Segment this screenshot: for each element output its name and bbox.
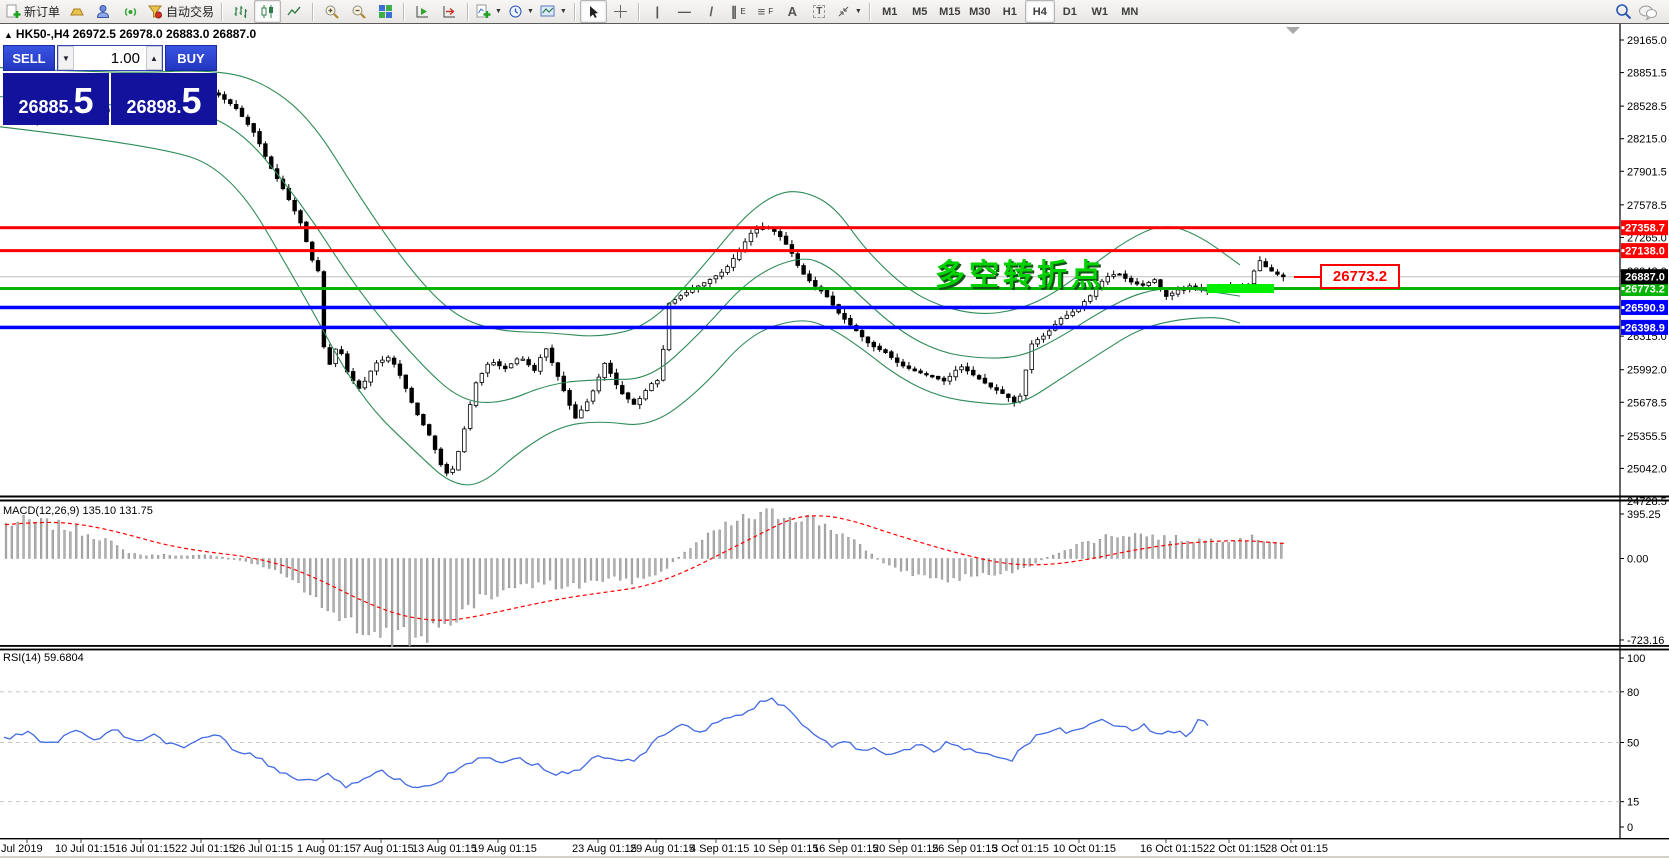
svg-text:10 Oct 01:15: 10 Oct 01:15 [1053, 843, 1116, 855]
svg-text:25992.0: 25992.0 [1627, 365, 1667, 377]
svg-text:27138.0: 27138.0 [1625, 246, 1665, 258]
sell-button[interactable]: SELL [3, 45, 55, 71]
svg-text:4 Sep 01:15: 4 Sep 01:15 [690, 843, 749, 855]
svg-text:3 Oct 01:15: 3 Oct 01:15 [992, 843, 1049, 855]
rsi-pane[interactable] [0, 691, 1620, 803]
chart-canvas[interactable]: 29165.0 28851.5 28528.5 28215.0 27901.5 27578… [0, 0, 1669, 858]
main-price-pane[interactable] [0, 27, 1620, 486]
chart-text-annotation[interactable]: 多空转折点 [935, 250, 1105, 294]
collapse-panel-icon[interactable]: ▲ [4, 30, 13, 40]
svg-text:19 Aug 01:15: 19 Aug 01:15 [472, 843, 537, 855]
ask-price-pips: 5 [181, 80, 202, 121]
svg-text:1 Aug 01:15: 1 Aug 01:15 [297, 843, 356, 855]
svg-text:26 Jul 01:15: 26 Jul 01:15 [233, 843, 293, 855]
svg-text:26 Sep 01:15: 26 Sep 01:15 [932, 843, 997, 855]
volume-stepper: ▼ ▲ [57, 45, 163, 71]
svg-text:26773.2: 26773.2 [1625, 284, 1665, 296]
svg-text:10 Jul 01:15: 10 Jul 01:15 [55, 843, 115, 855]
svg-text:15: 15 [1627, 797, 1639, 809]
svg-text:100: 100 [1627, 653, 1645, 665]
macd-pane[interactable] [4, 508, 1286, 648]
volume-decrease-button[interactable]: ▼ [58, 46, 74, 70]
svg-text:16 Oct 01:15: 16 Oct 01:15 [1140, 843, 1203, 855]
chart-title: ▲ HK50-,H4 26972.5 26978.0 26883.0 26887.… [4, 27, 256, 41]
svg-text:28 Oct 01:15: 28 Oct 01:15 [1265, 843, 1328, 855]
svg-text:-723.16: -723.16 [1627, 635, 1664, 647]
price-label-box[interactable]: 26773.2 [1320, 264, 1400, 289]
bid-price-display: 26885. 5 [3, 73, 109, 125]
price-axis[interactable]: 29165.0 28851.5 28528.5 28215.0 27901.5 27578… [1620, 35, 1667, 834]
svg-text:25355.5: 25355.5 [1627, 431, 1667, 443]
svg-text:29 Aug 01:15: 29 Aug 01:15 [630, 843, 695, 855]
highlight-segment [1207, 284, 1274, 294]
time-axis[interactable]: Jul 2019 10 Jul 01:15 16 Jul 01:15 22 Jul 0… [1, 839, 1328, 855]
svg-text:27578.5: 27578.5 [1627, 200, 1667, 212]
svg-text:0: 0 [1627, 822, 1633, 834]
chart-shift-marker[interactable] [1286, 27, 1300, 34]
svg-text:22 Oct 01:15: 22 Oct 01:15 [1203, 843, 1266, 855]
chart-title-text: HK50-,H4 26972.5 26978.0 26883.0 26887.0 [15, 27, 257, 41]
svg-text:10 Sep 01:15: 10 Sep 01:15 [753, 843, 818, 855]
svg-text:Jul 2019: Jul 2019 [1, 843, 43, 855]
svg-text:25042.0: 25042.0 [1627, 463, 1667, 475]
svg-text:26590.9: 26590.9 [1625, 302, 1665, 314]
one-click-trading-panel: SELL ▼ ▲ BUY 26885.5 26898.5 [3, 45, 217, 125]
svg-text:28851.5: 28851.5 [1627, 68, 1667, 80]
rsi-indicator-label: RSI(14) 59.6804 [3, 652, 84, 664]
svg-text:13 Aug 01:15: 13 Aug 01:15 [412, 843, 477, 855]
svg-text:22 Jul 01:15: 22 Jul 01:15 [175, 843, 235, 855]
svg-text:26398.9: 26398.9 [1625, 322, 1665, 334]
svg-text:26887.0: 26887.0 [1625, 272, 1665, 284]
svg-text:27358.7: 27358.7 [1625, 223, 1665, 235]
svg-text:16 Sep 01:15: 16 Sep 01:15 [813, 843, 878, 855]
ask-price-display: 26898. 5 [111, 73, 217, 125]
svg-text:25678.5: 25678.5 [1627, 397, 1667, 409]
svg-text:7 Aug 01:15: 7 Aug 01:15 [355, 843, 414, 855]
volume-increase-button[interactable]: ▲ [146, 46, 162, 70]
svg-text:0.00: 0.00 [1627, 554, 1648, 566]
svg-text:23 Aug 01:15: 23 Aug 01:15 [572, 843, 637, 855]
svg-text:27901.5: 27901.5 [1627, 166, 1667, 178]
svg-text:29165.0: 29165.0 [1627, 35, 1667, 47]
volume-input[interactable] [74, 46, 146, 70]
svg-text:16 Jul 01:15: 16 Jul 01:15 [115, 843, 175, 855]
svg-text:20 Sep 01:15: 20 Sep 01:15 [873, 843, 938, 855]
svg-text:395.25: 395.25 [1627, 509, 1661, 521]
svg-text:80: 80 [1627, 687, 1639, 699]
svg-text:50: 50 [1627, 738, 1639, 750]
bid-price-pips: 5 [73, 80, 94, 121]
mt4-window: 新订单 自动交易 ▼ ▼ ▼ | — / ∥ E ≡ F A T ▼ M1 M5… [0, 0, 1669, 858]
macd-indicator-label: MACD(12,26,9) 135.10 131.75 [3, 505, 153, 517]
svg-text:28215.0: 28215.0 [1627, 134, 1667, 146]
price-label-pointer [1294, 276, 1320, 278]
ask-price-main: 26898. [126, 97, 182, 117]
bid-price-main: 26885. [18, 97, 74, 117]
buy-button[interactable]: BUY [165, 45, 217, 71]
svg-text:28528.5: 28528.5 [1627, 101, 1667, 113]
svg-text:24728.5: 24728.5 [1627, 496, 1667, 508]
